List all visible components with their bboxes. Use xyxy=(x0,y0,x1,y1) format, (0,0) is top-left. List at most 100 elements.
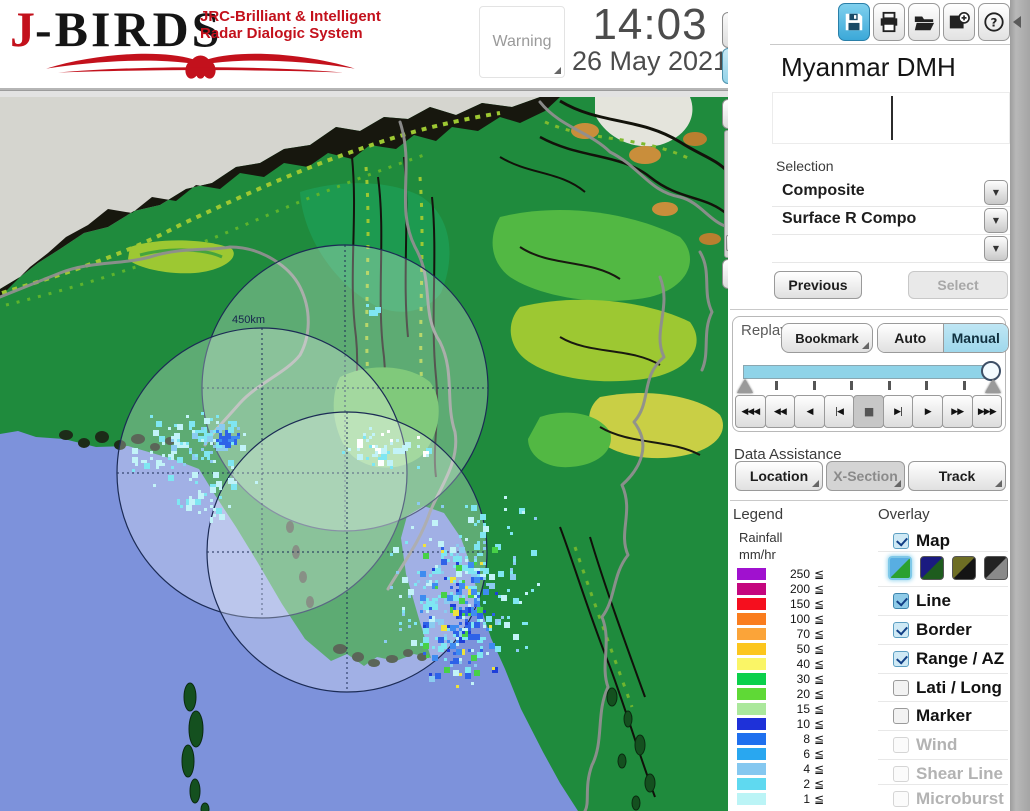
slider-tick xyxy=(925,381,928,390)
replay-slider-handle[interactable] xyxy=(981,361,1001,381)
print-button[interactable] xyxy=(873,3,905,41)
logo-tagline: JRC-Brilliant & Intelligent Radar Dialog… xyxy=(200,8,381,42)
legend-swatch xyxy=(737,792,766,805)
track-button[interactable]: Track xyxy=(908,461,1006,491)
legend-swatch xyxy=(737,597,766,610)
overlay-item-label: Border xyxy=(916,620,972,639)
legend-unit-2: mm/hr xyxy=(739,547,776,562)
legend-le-symbol: ≦ xyxy=(814,656,825,671)
step-back-button[interactable]: |◀ xyxy=(823,395,855,428)
slider-tick xyxy=(850,381,853,390)
chevron-down-icon[interactable]: ▼ xyxy=(984,236,1008,261)
product-dropdown-2[interactable]: ▼ xyxy=(772,235,1010,263)
printer-icon xyxy=(880,11,898,33)
radar-map[interactable]: 450km xyxy=(0,97,728,811)
overlay-checkbox-wind xyxy=(893,737,909,753)
legend-le-symbol: ≦ xyxy=(814,716,825,731)
legend-le-symbol: ≦ xyxy=(814,671,825,686)
clock-time: 14:03 xyxy=(592,0,708,49)
legend-entry: 250 ≦ xyxy=(737,566,857,581)
legend-value: 250 xyxy=(789,566,810,581)
map-style-option-1[interactable] xyxy=(888,556,912,580)
overlay-item-label: Marker xyxy=(916,706,972,725)
overlay-checkbox-microburst xyxy=(893,791,909,807)
collapse-panel-icon[interactable] xyxy=(1013,16,1021,28)
legend-entry: 200 ≦ xyxy=(737,581,857,596)
overlay-separator xyxy=(878,615,1008,616)
play-button[interactable]: ▶ xyxy=(912,395,943,428)
open-folder-button[interactable] xyxy=(908,3,940,41)
step-forward-button[interactable]: ▶| xyxy=(882,395,914,428)
play-reverse-button[interactable]: ◀ xyxy=(794,395,825,428)
manual-button[interactable]: Manual xyxy=(942,324,1008,352)
legend-entry: 6 ≦ xyxy=(737,746,857,761)
legend-entry: 30 ≦ xyxy=(737,671,857,686)
overlay-checkbox-line[interactable] xyxy=(893,593,909,609)
overlay-separator xyxy=(878,730,1008,731)
legend-swatch xyxy=(737,687,766,700)
map-style-option-4[interactable] xyxy=(984,556,1008,580)
rewind-button[interactable]: ◀◀ xyxy=(764,395,796,428)
legend-label: Legend xyxy=(733,506,784,523)
map-style-option-2[interactable] xyxy=(920,556,944,580)
panel-edge-strip[interactable] xyxy=(1010,0,1030,811)
location-button[interactable]: Location xyxy=(735,461,823,491)
save-button[interactable] xyxy=(838,3,870,41)
legend-value: 150 xyxy=(789,596,810,611)
auto-button[interactable]: Auto xyxy=(878,324,943,352)
legend-le-symbol: ≦ xyxy=(814,746,825,761)
legend-entry: 50 ≦ xyxy=(737,641,857,656)
legend-value: 20 xyxy=(796,686,810,701)
overlay-checkbox-range-az[interactable] xyxy=(893,651,909,667)
slider-tick xyxy=(887,381,891,390)
transport-controls: ◀◀◀ ◀◀ ◀ |◀ ■ ▶| ▶ ▶▶ ▶▶▶ xyxy=(735,395,1003,428)
overlay-checkbox-marker[interactable] xyxy=(893,708,909,724)
toolbar-divider xyxy=(770,44,1010,45)
forward-fast-button[interactable]: ▶▶▶ xyxy=(971,395,1003,428)
replay-slider-track[interactable] xyxy=(743,365,997,379)
chevron-down-icon[interactable]: ▼ xyxy=(984,180,1008,205)
rewind-fast-button[interactable]: ◀◀◀ xyxy=(735,395,766,428)
slider-tick xyxy=(962,381,966,390)
product-dropdown-0[interactable]: Composite ▼ xyxy=(772,179,1010,207)
x-section-button[interactable]: X-Section xyxy=(826,461,905,491)
legend-value: 15 xyxy=(796,701,810,716)
radar-map-container: 450km xyxy=(0,90,728,811)
help-button[interactable]: ? xyxy=(978,3,1010,41)
slider-tick xyxy=(812,381,816,390)
legend-entry: 70 ≦ xyxy=(737,626,857,641)
select-button[interactable]: Select xyxy=(908,271,1008,299)
rainfall-legend: 250 ≦ 200 ≦ 150 ≦ 100 ≦ 70 ≦ 50 ≦ 40 ≦ 3… xyxy=(737,566,857,806)
forward-button[interactable]: ▶▶ xyxy=(941,395,973,428)
legend-le-symbol: ≦ xyxy=(814,581,825,596)
legend-entry: 10 ≦ xyxy=(737,716,857,731)
legend-value: 200 xyxy=(789,581,810,596)
overlay-checkbox-map[interactable] xyxy=(893,533,909,549)
overlay-item-label: Range / AZ xyxy=(916,649,1005,668)
overlay-checkbox-border[interactable] xyxy=(893,622,909,638)
replay-range-start-marker[interactable] xyxy=(737,379,753,393)
legend-swatch xyxy=(737,717,766,730)
legend-entry: 20 ≦ xyxy=(737,686,857,701)
auto-manual-toggle: Auto Manual xyxy=(877,323,1009,353)
add-image-button[interactable] xyxy=(943,3,975,41)
readout-divider xyxy=(891,96,893,140)
overlay-checkbox-lati-long[interactable] xyxy=(893,680,909,696)
coordinate-readout-box xyxy=(772,92,1010,144)
stop-button[interactable]: ■ xyxy=(853,395,884,428)
section-divider-2 xyxy=(730,500,1008,501)
legend-value: 4 xyxy=(803,761,810,776)
legend-swatch xyxy=(737,642,766,655)
replay-range-end-marker[interactable] xyxy=(985,379,1001,393)
previous-button[interactable]: Previous xyxy=(774,271,862,299)
legend-le-symbol: ≦ xyxy=(814,686,825,701)
chevron-down-icon[interactable]: ▼ xyxy=(984,208,1008,233)
legend-le-symbol: ≦ xyxy=(814,641,825,656)
eagle-logo-icon xyxy=(46,53,355,79)
overlay-separator xyxy=(878,586,1008,587)
product-dropdown-1[interactable]: Surface R Compo ▼ xyxy=(772,207,1010,235)
folder-icon xyxy=(914,16,935,31)
legend-swatch xyxy=(737,777,766,790)
bookmark-button[interactable]: Bookmark xyxy=(781,323,873,353)
map-style-option-3[interactable] xyxy=(952,556,976,580)
